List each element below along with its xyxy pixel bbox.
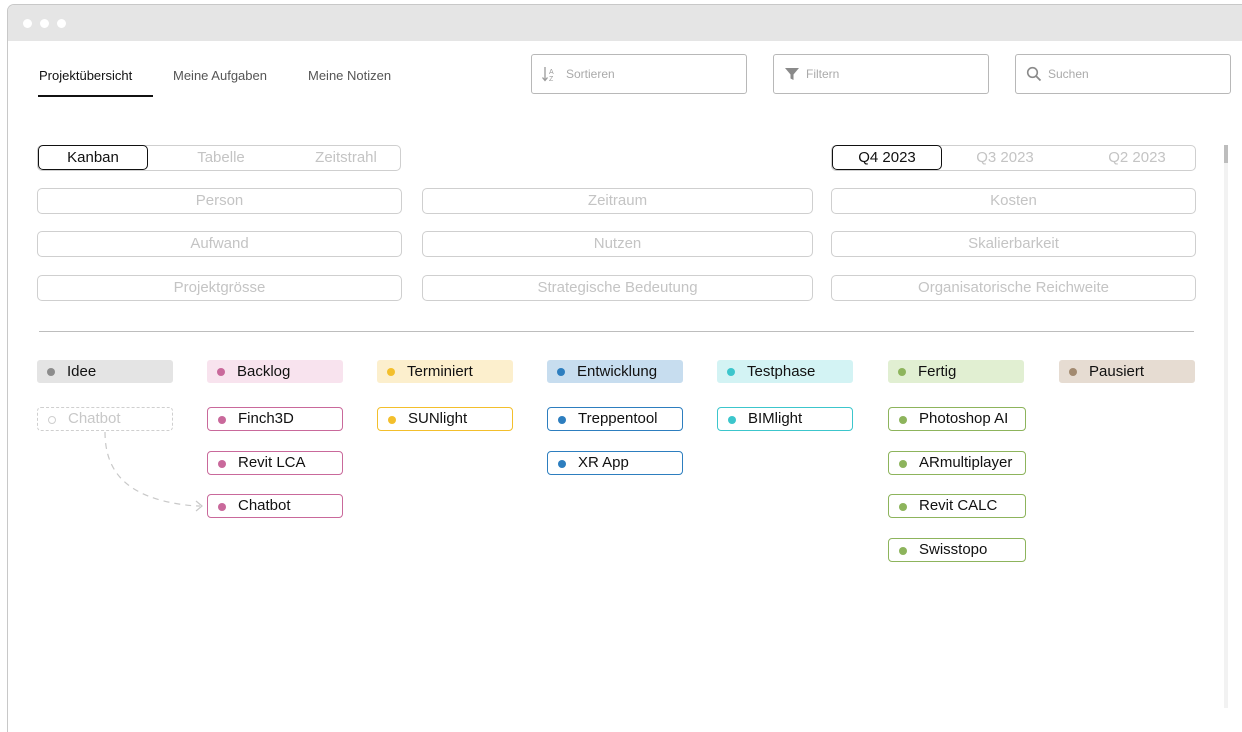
status-dot	[387, 368, 395, 376]
column-label: Terminiert	[407, 363, 473, 380]
column-label: Testphase	[747, 363, 816, 380]
column-header[interactable]: Fertig	[888, 360, 1024, 383]
column-header[interactable]: Backlog	[207, 360, 343, 383]
status-dot	[899, 546, 907, 555]
project-card[interactable]: Treppentool	[547, 407, 683, 431]
status-dot	[218, 459, 226, 468]
ghost-card[interactable]: Chatbot	[37, 407, 173, 431]
project-card[interactable]: Chatbot	[207, 494, 343, 518]
card-label: Finch3D	[238, 410, 294, 427]
column-label: Pausiert	[1089, 363, 1145, 380]
status-dot	[217, 368, 225, 376]
project-card[interactable]: Finch3D	[207, 407, 343, 431]
status-dot	[727, 368, 735, 376]
column-label: Backlog	[237, 363, 291, 380]
status-dot	[899, 459, 907, 468]
card-label: SUNlight	[408, 410, 468, 427]
project-card[interactable]: Photoshop AI	[888, 407, 1026, 431]
column-header[interactable]: Terminiert	[377, 360, 513, 383]
column-label: Fertig	[918, 363, 957, 380]
scrollbar-track[interactable]	[1224, 145, 1228, 708]
card-label: Revit LCA	[238, 453, 306, 471]
status-dot	[48, 416, 56, 424]
project-card[interactable]: XR App	[547, 450, 683, 475]
column-label: Idee	[67, 363, 97, 380]
card-label: Chatbot	[238, 497, 291, 514]
card-label: ARmultiplayer	[919, 453, 1013, 471]
status-dot	[47, 368, 55, 376]
column-label: Entwicklung	[577, 363, 658, 380]
card-label: Photoshop AI	[919, 410, 1009, 427]
card-label: Revit CALC	[919, 497, 998, 514]
column-header[interactable]: Pausiert	[1059, 360, 1195, 383]
status-dot	[388, 416, 396, 424]
status-dot	[218, 416, 226, 424]
project-card[interactable]: SUNlight	[377, 407, 513, 431]
column-header[interactable]: Entwicklung	[547, 360, 683, 383]
scrollbar-thumb[interactable]	[1224, 145, 1228, 163]
project-card[interactable]: Swisstopo	[888, 537, 1026, 562]
project-card[interactable]: ARmultiplayer	[888, 450, 1026, 475]
status-dot	[557, 368, 565, 376]
column-header[interactable]: Testphase	[717, 360, 853, 383]
status-dot	[218, 503, 226, 511]
project-card[interactable]: Revit CALC	[888, 494, 1026, 518]
status-dot	[898, 368, 906, 376]
status-dot	[899, 503, 907, 511]
project-card[interactable]: BIMlight	[717, 407, 853, 431]
status-dot	[558, 459, 566, 468]
card-label: Chatbot	[68, 410, 121, 427]
status-dot	[728, 416, 736, 424]
card-label: Treppentool	[578, 410, 658, 427]
project-card[interactable]: Revit LCA	[207, 450, 343, 475]
status-dot	[1069, 368, 1077, 376]
status-dot	[558, 416, 566, 424]
card-label: XR App	[578, 453, 629, 471]
status-dot	[899, 416, 907, 424]
card-label: Swisstopo	[919, 540, 988, 558]
card-label: BIMlight	[748, 410, 803, 427]
column-header[interactable]: Idee	[37, 360, 173, 383]
